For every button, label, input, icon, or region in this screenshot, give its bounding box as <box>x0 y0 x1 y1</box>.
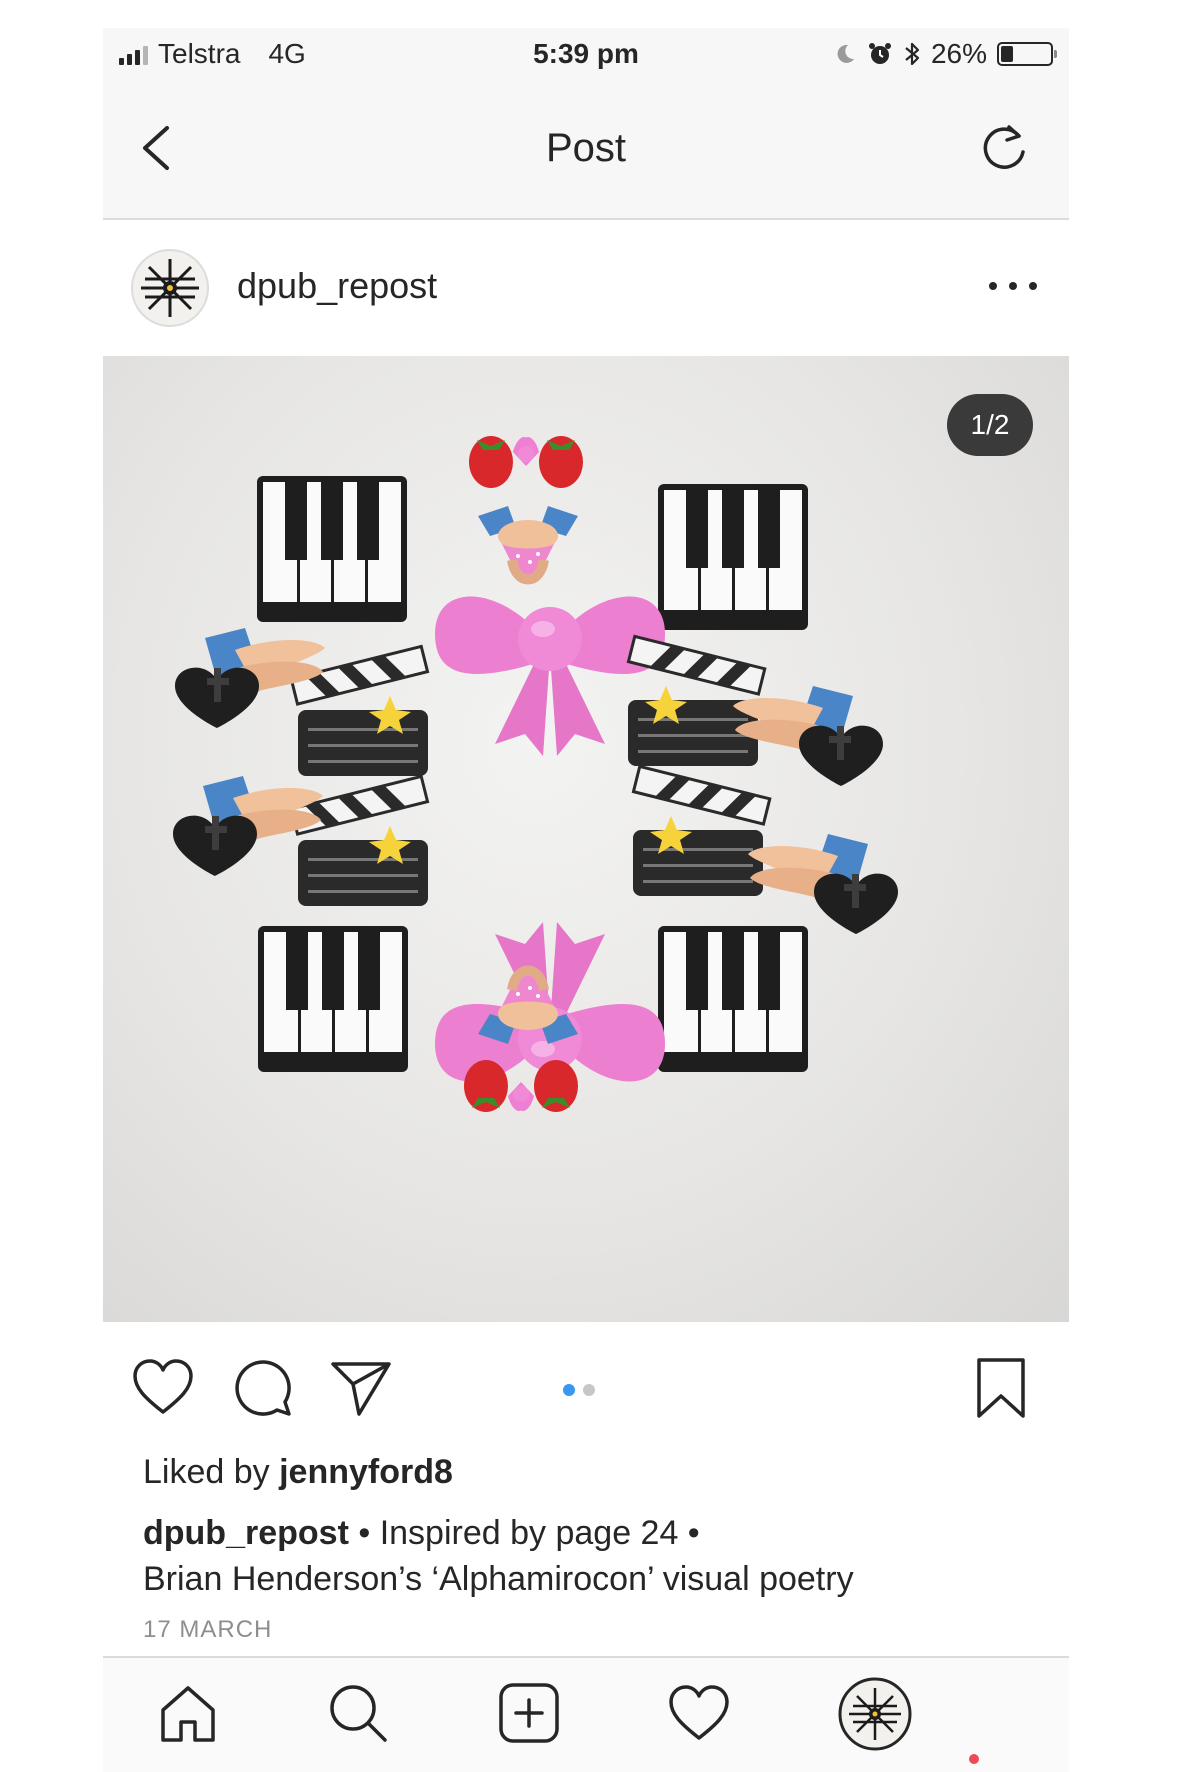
profile-avatar[interactable] <box>837 1676 913 1752</box>
nav-header: Post <box>103 80 1069 220</box>
likes-line: Liked by jennyford8 <box>143 1452 453 1492</box>
share-send-icon[interactable] <box>329 1356 393 1420</box>
phone-screen: Telstra 4G 5:39 pm 26% Post dpub_repost … <box>103 28 1069 1772</box>
bookmark-icon[interactable] <box>969 1356 1033 1420</box>
caption-username[interactable]: dpub_repost <box>143 1514 349 1552</box>
avatar-logo-icon <box>141 259 199 317</box>
image-counter: 1/2 <box>947 394 1033 456</box>
post-header: dpub_repost <box>103 220 1069 356</box>
more-horizontal-icon[interactable] <box>989 274 1037 298</box>
comment-icon[interactable] <box>231 1356 295 1420</box>
post-date: 17 MARCH <box>143 1616 273 1643</box>
activity-heart-icon[interactable] <box>666 1680 732 1746</box>
refresh-icon[interactable] <box>977 120 1033 176</box>
avatar[interactable] <box>131 249 209 327</box>
status-bar: Telstra 4G 5:39 pm 26% <box>103 28 1069 80</box>
battery-icon <box>997 42 1057 66</box>
post-image[interactable]: 1/2 <box>103 356 1069 1322</box>
post-username[interactable]: dpub_repost <box>237 264 437 308</box>
like-heart-icon[interactable] <box>131 1356 195 1420</box>
bottom-tab-bar <box>103 1656 1069 1772</box>
liked-by-label: Liked by <box>143 1453 270 1491</box>
caption-text-line2: Brian Henderson’s ‘Alphamirocon’ visual … <box>143 1560 854 1598</box>
carousel-dot-active <box>563 1384 575 1396</box>
battery-percent: 26% <box>930 38 987 69</box>
post-caption: dpub_repost • Inspired by page 24 • Bria… <box>143 1510 1043 1602</box>
caption-text-line1: • Inspired by page 24 • <box>348 1514 700 1552</box>
add-post-icon[interactable] <box>496 1680 562 1746</box>
carousel-dot <box>583 1384 595 1396</box>
notification-dot <box>969 1754 979 1764</box>
battery-fill <box>1001 46 1013 62</box>
search-icon[interactable] <box>325 1680 391 1746</box>
home-icon[interactable] <box>155 1680 221 1746</box>
moon-icon <box>837 44 854 63</box>
page-title: Post <box>545 126 627 170</box>
post-actions <box>103 1322 1069 1450</box>
status-right: 26% <box>833 36 1057 72</box>
alarm-icon <box>868 43 891 64</box>
emoji-artwork <box>173 436 898 1112</box>
bluetooth-icon <box>905 42 920 66</box>
liked-by-user[interactable]: jennyford8 <box>279 1453 453 1491</box>
carousel-indicator <box>563 1384 595 1396</box>
